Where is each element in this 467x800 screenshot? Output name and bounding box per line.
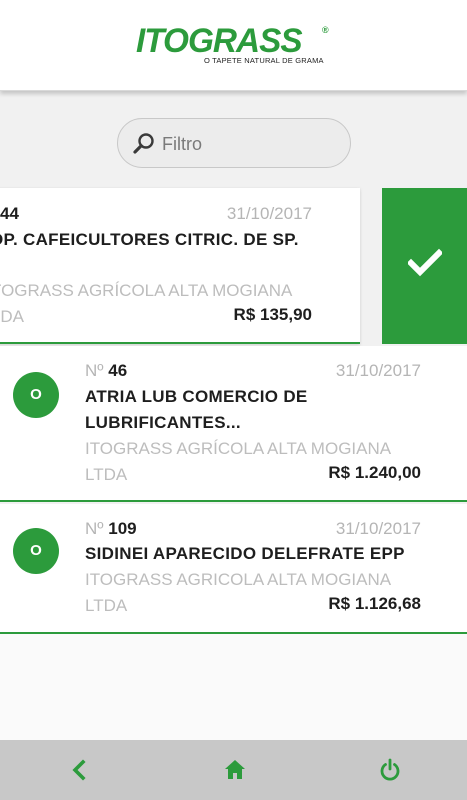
order-number: Nº 46	[85, 361, 127, 381]
chevron-left-icon	[72, 759, 86, 781]
order-amount: R$ 1.126,68	[328, 594, 421, 613]
order-number-value: 109	[108, 519, 137, 538]
order-date: 31/10/2017	[335, 361, 421, 380]
order-amount: R$ 135,90	[233, 305, 312, 324]
order-date: 31/10/2017	[335, 519, 421, 538]
back-button[interactable]	[64, 756, 94, 784]
search-box[interactable]	[117, 118, 351, 168]
order-card[interactable]: 44 31/10/2017 OP. CAFEICULTORES CITRIC. …	[0, 188, 360, 344]
company-name-line1: ITOGRASS AGRICOLA ALTA MOGIANA	[85, 570, 392, 589]
order-card[interactable]: O Nº 109 31/10/2017 SIDINEI APARECIDO DE…	[0, 504, 467, 634]
check-icon	[408, 248, 442, 277]
logo-text: ITOGRASS	[136, 22, 303, 60]
order-number: 44	[0, 204, 19, 224]
order-number-prefix: Nº	[85, 361, 104, 380]
power-icon	[380, 758, 400, 781]
company-name-line2: LTDA	[85, 465, 128, 484]
order-date: 31/10/2017	[226, 204, 312, 223]
bottom-nav-bar	[0, 740, 467, 800]
order-amount: R$ 1.240,00	[328, 463, 421, 482]
list-bottom-area	[0, 631, 467, 740]
order-number: Nº 109	[85, 519, 137, 539]
search-input[interactable]	[162, 131, 332, 157]
company-name-line2: TDA	[0, 307, 24, 326]
status-badge: O	[13, 528, 59, 574]
client-name-line2: LUBRIFICANTES...	[85, 413, 241, 432]
order-number-prefix: Nº	[85, 519, 104, 538]
status-badge: O	[13, 372, 59, 418]
order-card[interactable]: O Nº 46 31/10/2017 ATRIA LUB COMERCIO DE…	[0, 346, 467, 502]
home-button[interactable]	[220, 756, 250, 784]
logo-tagline: O TAPETE NATURAL DE GRAMA	[204, 56, 324, 65]
company-name-line1: ITOGRASS AGRÍCOLA ALTA MOGIANA	[85, 439, 392, 458]
app-header: ITOGRASS ® O TAPETE NATURAL DE GRAMA	[0, 0, 467, 91]
company-name-line1: TOGRASS AGRÍCOLA ALTA MOGIANA	[0, 281, 293, 300]
search-icon	[132, 131, 156, 155]
itograss-logo: ITOGRASS ® O TAPETE NATURAL DE GRAMA	[136, 24, 332, 68]
company-name-line2: LTDA	[85, 596, 128, 615]
client-name-line1: ATRIA LUB COMERCIO DE	[85, 387, 308, 406]
client-name: SIDINEI APARECIDO DELEFRATE EPP	[85, 544, 405, 563]
client-name: OP. CAFEICULTORES CITRIC. DE SP.	[0, 230, 299, 249]
order-number-value: 46	[108, 361, 128, 380]
logout-button[interactable]	[375, 756, 405, 784]
logo-registered-mark: ®	[322, 25, 329, 35]
order-number-value: 44	[0, 204, 19, 223]
home-icon	[225, 760, 245, 779]
approve-swipe-button[interactable]	[382, 188, 467, 344]
orders-list-area[interactable]: 44 31/10/2017 OP. CAFEICULTORES CITRIC. …	[0, 91, 467, 740]
